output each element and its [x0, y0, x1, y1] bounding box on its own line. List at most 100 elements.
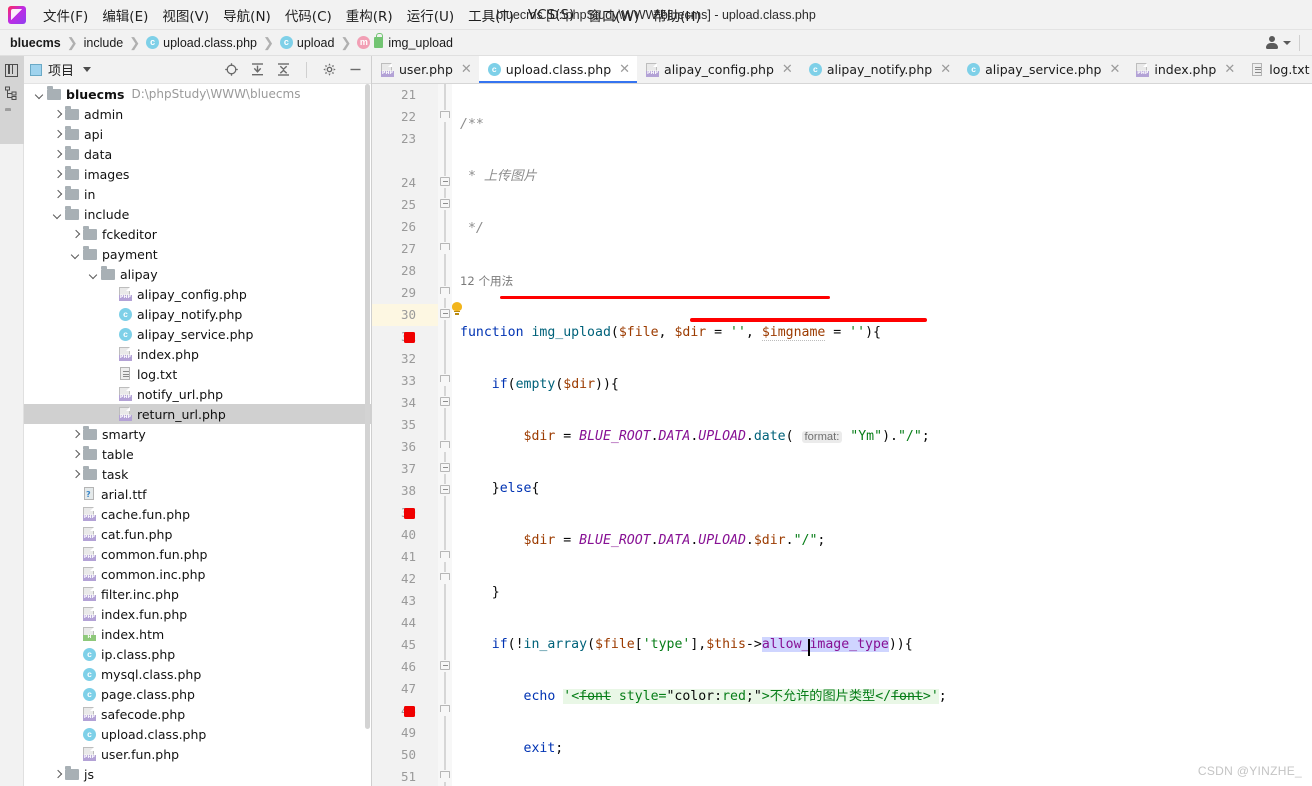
- fold-marker[interactable]: [439, 440, 452, 452]
- tree-item[interactable]: table: [24, 444, 372, 464]
- chevron-down-icon[interactable]: [83, 67, 92, 72]
- fold-marker[interactable]: [439, 396, 451, 408]
- settings-gear-icon[interactable]: [322, 62, 337, 77]
- gutter-line[interactable]: 47: [372, 678, 438, 700]
- gutter-line[interactable]: 37: [372, 458, 438, 480]
- gutter-line[interactable]: [372, 150, 438, 172]
- editor-tab[interactable]: c upload.class.php ✕: [478, 56, 638, 83]
- fold-column[interactable]: [438, 84, 452, 786]
- fold-marker[interactable]: [439, 374, 452, 386]
- close-icon[interactable]: ✕: [461, 63, 472, 76]
- gutter-line[interactable]: 35: [372, 414, 438, 436]
- gutter-line[interactable]: 44: [372, 612, 438, 634]
- gutter-line[interactable]: 25: [372, 194, 438, 216]
- fold-marker[interactable]: [439, 110, 452, 122]
- tree-item[interactable]: PHP common.inc.php: [24, 564, 372, 584]
- structure-tool-icon[interactable]: [5, 86, 19, 100]
- gutter-line[interactable]: 29: [372, 282, 438, 304]
- menu-vcs[interactable]: VCS(S): [521, 4, 581, 26]
- editor-tab[interactable]: PHP index.php ✕: [1127, 56, 1242, 83]
- tree-item[interactable]: PHP user.fun.php: [24, 744, 372, 764]
- gutter-line[interactable]: 43: [372, 590, 438, 612]
- fold-marker[interactable]: [439, 660, 451, 672]
- tree-item[interactable]: PHP common.fun.php: [24, 544, 372, 564]
- menu-window[interactable]: 窗口(W): [581, 2, 646, 28]
- tree-item[interactable]: c alipay_service.php: [24, 324, 372, 344]
- user-account-icon[interactable]: [1265, 36, 1279, 50]
- tree-item[interactable]: task: [24, 464, 372, 484]
- tree-item[interactable]: c mysql.class.php: [24, 664, 372, 684]
- project-panel-scrollbar[interactable]: [365, 84, 370, 786]
- tree-item[interactable]: ? arial.ttf: [24, 484, 372, 504]
- code-lines[interactable]: /** * 上传图片 */ 12 个用法 function img_upload…: [460, 84, 1312, 786]
- menu-refactor[interactable]: 重构(R): [339, 2, 400, 28]
- chevron-right-icon[interactable]: [70, 449, 81, 460]
- gutter-line[interactable]: 46: [372, 656, 438, 678]
- breadcrumb-item-project[interactable]: bluecms: [10, 36, 61, 50]
- gutter-line[interactable]: 23: [372, 128, 438, 150]
- chevron-right-icon[interactable]: [70, 429, 81, 440]
- code-usage-hint[interactable]: 12 个用法: [460, 270, 1312, 292]
- breakpoint-marker[interactable]: [404, 706, 415, 717]
- gutter-line[interactable]: 39: [372, 502, 438, 524]
- editor-tab[interactable]: c alipay_notify.php ✕: [800, 56, 958, 83]
- breakpoint-marker[interactable]: [404, 508, 415, 519]
- editor-tab-bar[interactable]: PHP user.php ✕ c upload.class.php ✕ PHP alipay_…: [372, 56, 1312, 84]
- fold-marker[interactable]: [439, 770, 452, 782]
- collapse-all-icon[interactable]: [276, 62, 291, 77]
- gutter-line[interactable]: 38: [372, 480, 438, 502]
- fold-marker[interactable]: [439, 572, 452, 584]
- gutter-line[interactable]: 24: [372, 172, 438, 194]
- chevron-right-icon[interactable]: [52, 109, 63, 120]
- expand-all-icon[interactable]: [250, 62, 265, 77]
- tree-item[interactable]: c alipay_notify.php: [24, 304, 372, 324]
- chevron-right-icon[interactable]: [70, 469, 81, 480]
- tree-item[interactable]: PHP alipay_config.php: [24, 284, 372, 304]
- tree-item[interactable]: payment: [24, 244, 372, 264]
- tree-item[interactable]: include: [24, 204, 372, 224]
- gutter-line[interactable]: 48: [372, 700, 438, 722]
- locate-target-icon[interactable]: [224, 62, 239, 77]
- gutter-line[interactable]: 36: [372, 436, 438, 458]
- fold-marker[interactable]: [439, 198, 451, 210]
- close-icon[interactable]: ✕: [1224, 63, 1235, 76]
- gutter-line[interactable]: 21: [372, 84, 438, 106]
- menu-help[interactable]: 帮助(H): [646, 2, 708, 28]
- close-icon[interactable]: ✕: [1109, 63, 1120, 76]
- fold-marker[interactable]: [439, 550, 452, 562]
- chevron-down-icon[interactable]: [88, 269, 99, 280]
- gutter-line[interactable]: 42: [372, 568, 438, 590]
- gutter-line[interactable]: 30: [372, 304, 438, 326]
- gutter-line[interactable]: 51: [372, 766, 438, 786]
- editor-tab[interactable]: c alipay_service.php ✕: [958, 56, 1127, 83]
- editor-tab[interactable]: PHP alipay_config.php ✕: [637, 56, 800, 83]
- tree-item[interactable]: c page.class.php: [24, 684, 372, 704]
- breakpoint-marker[interactable]: [404, 332, 415, 343]
- fold-marker[interactable]: [439, 176, 451, 188]
- close-icon[interactable]: ✕: [940, 63, 951, 76]
- gutter-line[interactable]: 28: [372, 260, 438, 282]
- fold-marker[interactable]: [439, 242, 452, 254]
- menu-tools[interactable]: 工具(T): [461, 2, 521, 28]
- chevron-right-icon[interactable]: [52, 169, 63, 180]
- project-tree[interactable]: bluecms D:\phpStudy\WWW\bluecms admin api da…: [24, 84, 372, 786]
- menu-run[interactable]: 运行(U): [400, 2, 461, 28]
- close-icon[interactable]: ✕: [619, 63, 630, 76]
- chevron-right-icon[interactable]: [52, 129, 63, 140]
- editor-tab[interactable]: PHP user.php ✕: [372, 56, 479, 83]
- tree-item[interactable]: data: [24, 144, 372, 164]
- tree-item[interactable]: c ip.class.php: [24, 644, 372, 664]
- chevron-down-icon[interactable]: [52, 209, 63, 220]
- chevron-down-icon[interactable]: [1283, 41, 1291, 45]
- breadcrumb-item-class[interactable]: c upload: [279, 36, 334, 50]
- chevron-right-icon[interactable]: [52, 149, 63, 160]
- tree-item[interactable]: c upload.class.php: [24, 724, 372, 744]
- breadcrumb-item-file[interactable]: c upload.class.php: [146, 36, 257, 50]
- fold-marker[interactable]: [439, 704, 452, 716]
- tree-item[interactable]: api: [24, 124, 372, 144]
- tree-item[interactable]: PHP safecode.php: [24, 704, 372, 724]
- chevron-down-icon[interactable]: [34, 89, 45, 100]
- gutter-line[interactable]: 26: [372, 216, 438, 238]
- tree-item[interactable]: PHP cache.fun.php: [24, 504, 372, 524]
- gutter-line[interactable]: 50: [372, 744, 438, 766]
